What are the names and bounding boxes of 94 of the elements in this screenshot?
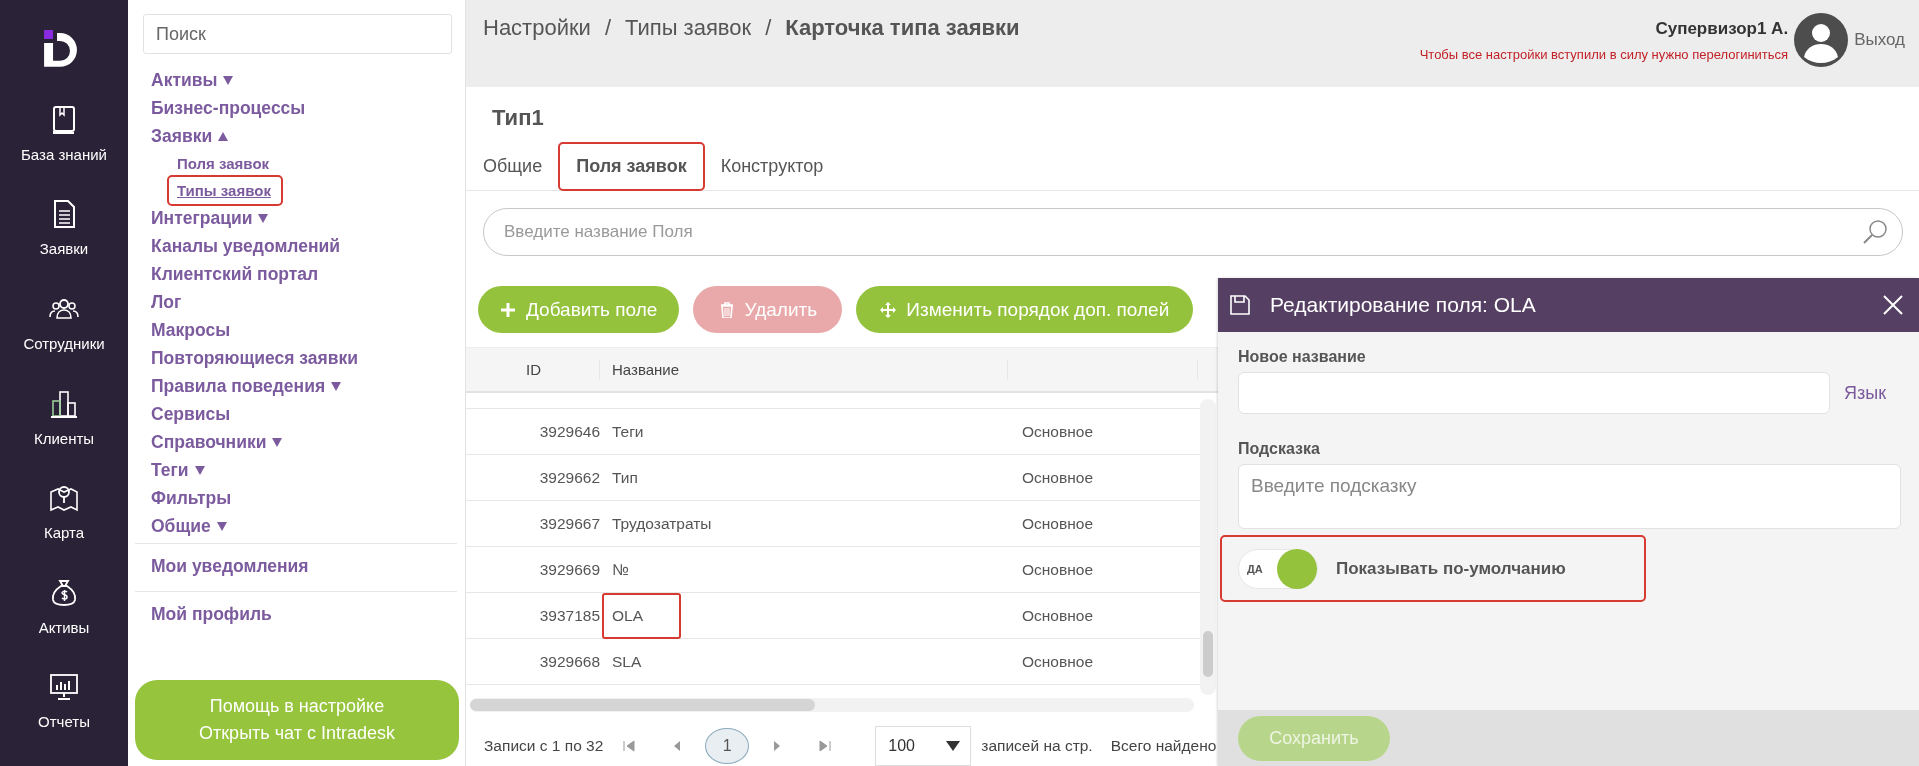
menu-item[interactable]: Теги [151, 456, 205, 484]
field-label: Подсказка [1238, 440, 1321, 458]
close-button[interactable] [1883, 295, 1903, 315]
plus-icon [500, 301, 516, 318]
tab[interactable]: Общие [483, 146, 555, 187]
toggle-label: Показывать по-умолчанию [1336, 558, 1566, 579]
search-field[interactable]: Введите название Поля [483, 208, 1903, 256]
hint-input[interactable]: Введите подсказку [1238, 464, 1901, 529]
caret-icon [223, 75, 234, 85]
last-page-icon [818, 739, 833, 753]
table-cell-text: SLA [611, 651, 643, 672]
caret-icon [216, 521, 227, 531]
table-cell-text: Основное [1021, 421, 1095, 442]
scroll-thumb[interactable] [1203, 631, 1213, 677]
field-label: Новое название [1238, 348, 1367, 366]
submenu-item[interactable]: Типы заявок [169, 177, 281, 204]
table-cell-text: Основное [1021, 559, 1095, 580]
move-icon [880, 301, 897, 318]
caret-icon [194, 465, 205, 475]
nav-item[interactable]: Карта [43, 482, 85, 577]
menu-item[interactable]: Заявки [151, 122, 229, 150]
table-cell-text: 3929669 [538, 559, 600, 580]
column-header[interactable]: ID [466, 359, 600, 380]
close-icon [1883, 295, 1903, 315]
nav-item[interactable]: Сотрудники [23, 293, 105, 388]
breadcrumb: Карточка типа заявки [785, 15, 1020, 41]
caret-icon [258, 213, 269, 223]
table-cell-text: № [611, 559, 630, 580]
records-summary: Записи с 1 по 32 [484, 737, 604, 755]
search-field[interactable]: Поиск [143, 14, 452, 54]
page-size-label: записей на стр. [981, 737, 1093, 755]
table-cell-text: 3929668 [538, 651, 600, 672]
menu-item[interactable]: Справочники [151, 428, 283, 456]
trash-icon [718, 301, 735, 318]
language-link[interactable]: Язык [1844, 382, 1887, 404]
caret-icon [946, 741, 961, 751]
tab[interactable]: Конструктор [708, 146, 836, 187]
nav-item[interactable]: База знаний [21, 103, 107, 199]
breadcrumb-separator: / [604, 15, 611, 41]
table-cell-text: Трудозатраты [611, 513, 713, 534]
table-cell-text: 3937185 [538, 605, 600, 626]
caret-icon [272, 437, 283, 447]
menu-item[interactable]: Фильтры [151, 484, 232, 512]
menu-item[interactable]: Правила поведения [151, 372, 342, 400]
scroll-thumb[interactable] [470, 699, 815, 711]
menu-item[interactable]: Клиентский портал [151, 260, 319, 288]
table-cell-text: Тип [611, 467, 639, 488]
menu-item[interactable]: Мой профиль [151, 600, 272, 628]
submenu-item[interactable]: Поля заявок [173, 150, 274, 177]
user-name: Супервизор1 А. [1654, 18, 1789, 39]
page-size-dropdown[interactable]: 100 [875, 726, 972, 766]
nav-item[interactable]: Активы [38, 576, 90, 672]
breadcrumb[interactable]: Типы заявок [625, 15, 752, 41]
menu-item[interactable]: Каналы уведомлений [151, 232, 341, 260]
name-input[interactable] [1238, 372, 1830, 414]
table-cell-text: 3929662 [538, 467, 600, 488]
menu-item[interactable]: Активы [151, 66, 234, 94]
nav-item[interactable]: Заявки [39, 198, 89, 293]
table-cell-text: Теги [611, 421, 645, 442]
toggle-switch[interactable]: ДА [1238, 548, 1318, 589]
panel-title: Редактирование поля: OLA [1270, 293, 1537, 317]
scrollbar[interactable] [470, 698, 1194, 712]
relogin-notice: Чтобы все настройки вступили в силу нужно перелогиниться [1419, 46, 1789, 62]
nav-item[interactable]: Отчеты [38, 671, 90, 766]
menu-item[interactable]: Общие [151, 512, 227, 540]
logout-link[interactable]: Выход [1854, 30, 1905, 50]
first-page-icon [622, 739, 637, 753]
caret-icon [331, 381, 342, 391]
menu-item[interactable]: Бизнес-процессы [151, 94, 306, 122]
page-button[interactable]: 1 [705, 728, 750, 764]
nav-item[interactable]: Клиенты [33, 387, 95, 483]
breadcrumb[interactable]: Настройки [483, 15, 591, 41]
table-cell-text: Основное [1021, 605, 1095, 626]
breadcrumb-separator: / [765, 15, 772, 41]
table-cell: OLA [602, 592, 681, 639]
table-cell-text: Основное [1021, 467, 1095, 488]
caret-icon [218, 131, 229, 141]
menu-item[interactable]: Мои уведомления [151, 552, 309, 580]
tab[interactable]: Поля заявок [560, 144, 703, 189]
search-icon [1861, 218, 1889, 246]
menu-item[interactable]: Повторяющиеся заявки [151, 344, 358, 372]
card-title: Тип1 [491, 104, 545, 132]
avatar-icon [1794, 13, 1849, 67]
total-count: Всего найдено [1110, 737, 1217, 755]
column-header[interactable]: Название [600, 359, 1008, 380]
table-cell-text: 3929646 [538, 421, 600, 442]
menu-item[interactable]: Лог [151, 288, 182, 316]
menu-item[interactable]: Интеграции [151, 204, 269, 232]
table-cell-text: Основное [1021, 651, 1095, 672]
scrollbar[interactable] [1200, 399, 1216, 695]
table-cell-text: 3929667 [538, 513, 600, 534]
table-cell-text: Основное [1021, 513, 1095, 534]
menu-item[interactable]: Макросы [151, 316, 231, 344]
menu-item[interactable]: Сервисы [151, 400, 231, 428]
